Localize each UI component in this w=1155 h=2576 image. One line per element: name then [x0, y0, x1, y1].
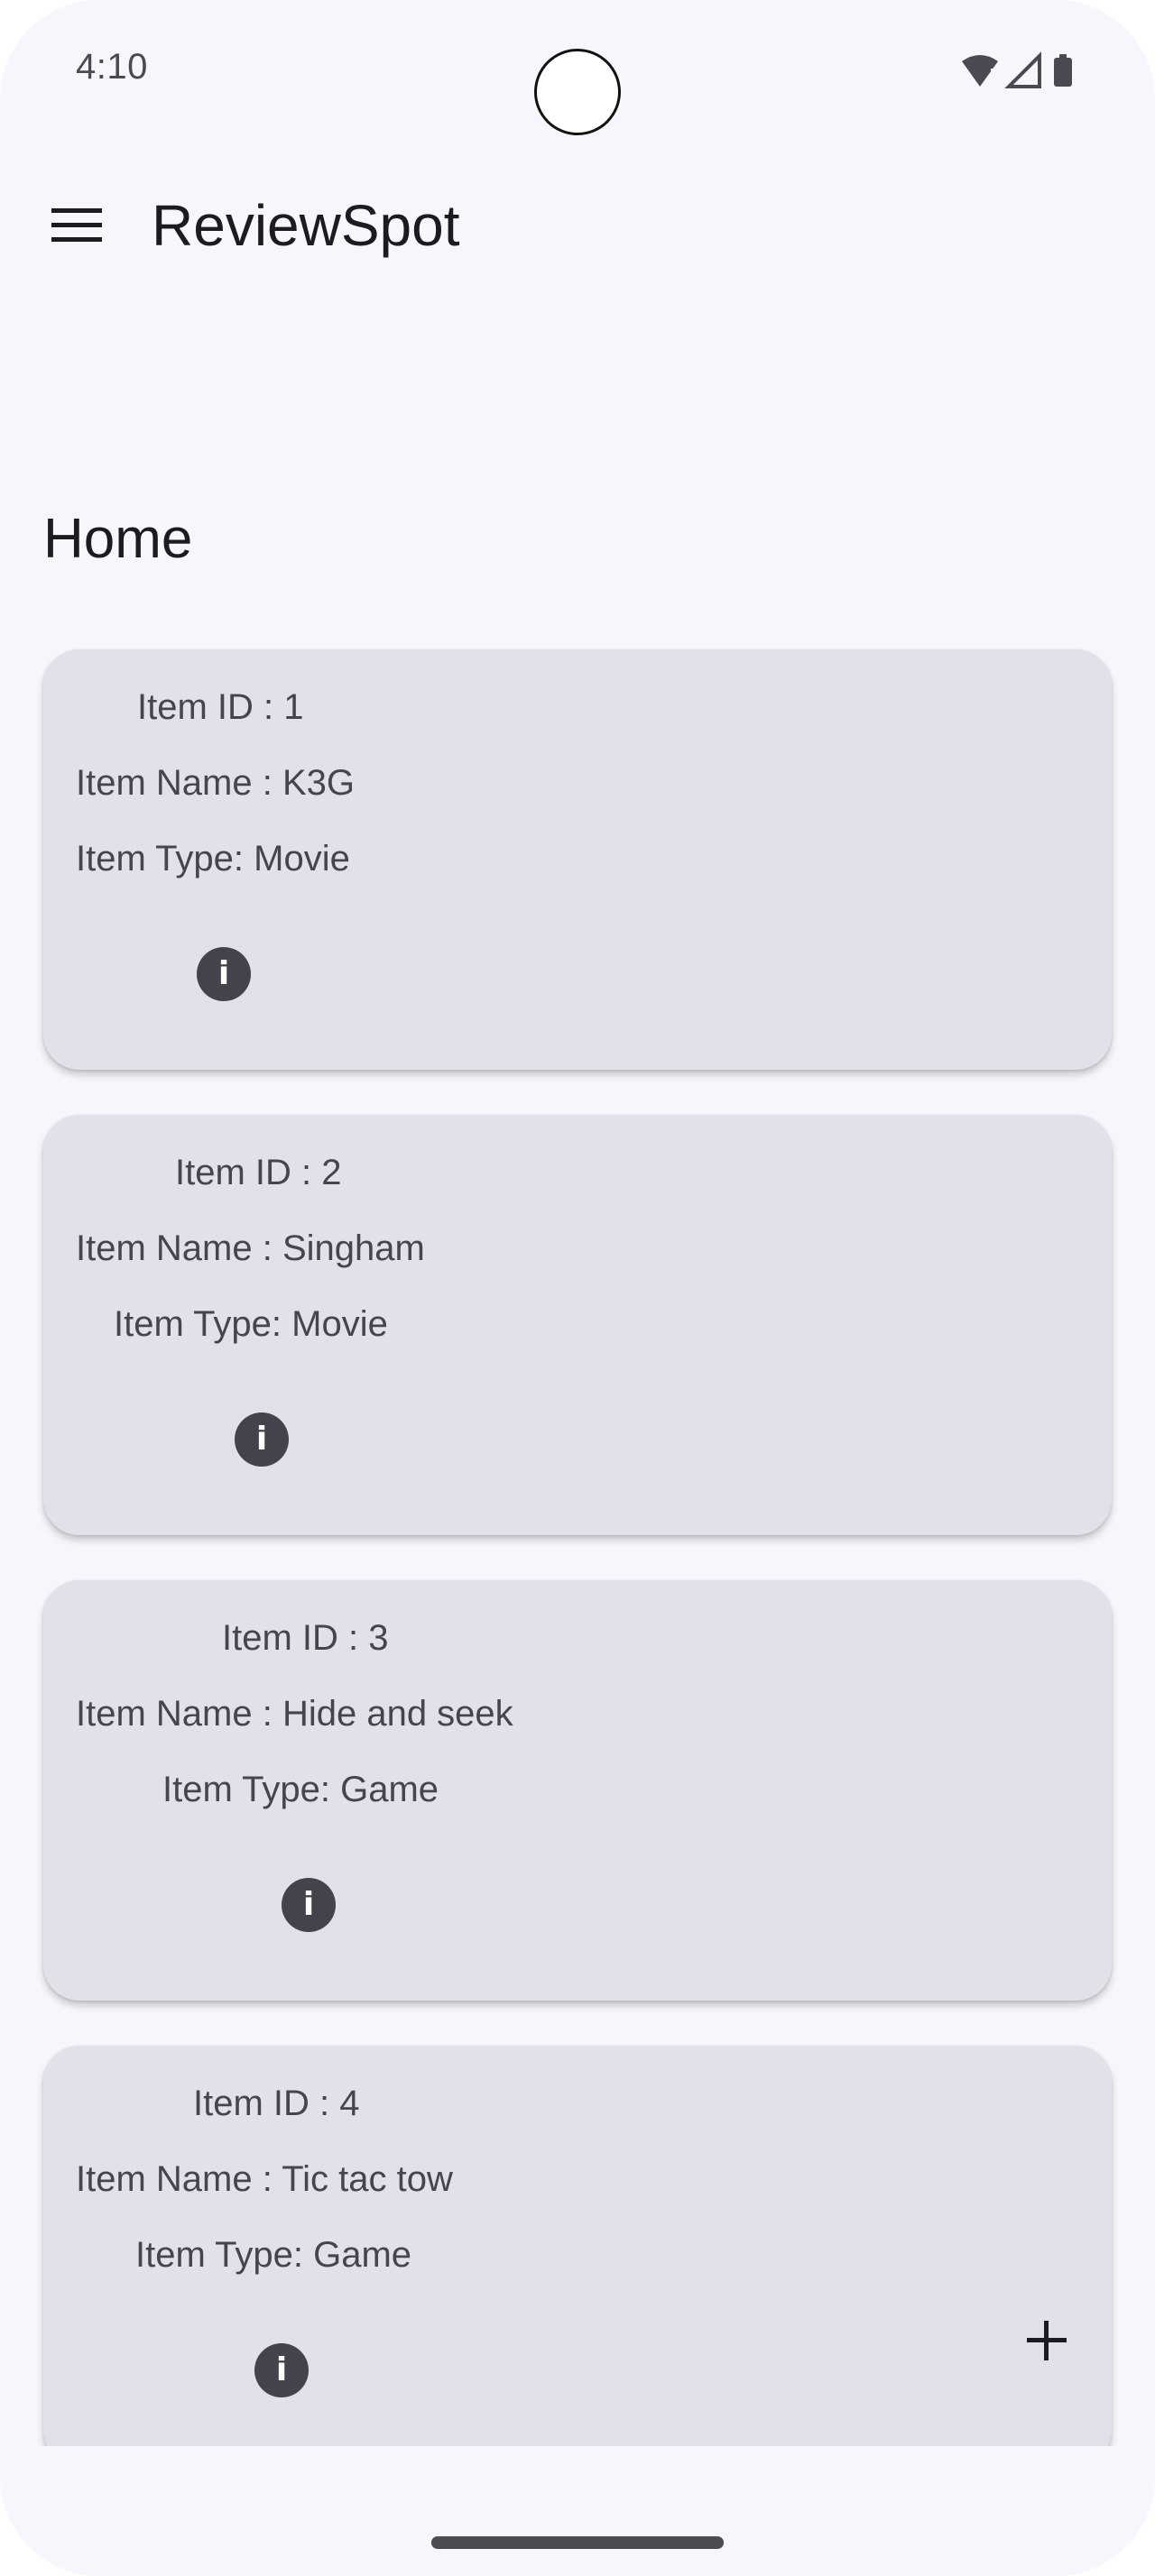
item-id-label: Item ID : 1 — [137, 687, 304, 727]
item-type-label: Item Type: Movie — [76, 839, 350, 879]
item-name-label: Item Name : Singham — [76, 1228, 425, 1268]
info-icon[interactable]: i — [197, 947, 251, 1001]
item-name-label: Item Name : Hide and seek — [76, 1694, 513, 1734]
item-card-2[interactable]: Item ID : 2 Item Name : Singham Item Typ… — [43, 1115, 1112, 1535]
item-card-3[interactable]: Item ID : 3 Item Name : Hide and seek It… — [43, 1580, 1112, 2001]
battery-icon — [1054, 54, 1072, 87]
item-id-label: Item ID : 3 — [222, 1618, 389, 1658]
hamburger-menu-icon[interactable] — [36, 189, 117, 262]
page-title: Home — [43, 508, 193, 570]
signal-icon — [1004, 51, 1041, 88]
info-icon[interactable]: i — [254, 2343, 309, 2397]
status-icons — [956, 51, 1083, 90]
item-type-label: Item Type: Game — [135, 2235, 412, 2275]
bottom-nav-area — [0, 2446, 1155, 2576]
item-id-label: Item ID : 2 — [175, 1153, 342, 1192]
wifi-icon — [962, 55, 998, 87]
item-name-label: Item Name : Tic tac tow — [76, 2159, 453, 2199]
app-title: ReviewSpot — [152, 193, 460, 258]
add-icon[interactable] — [1011, 2305, 1083, 2377]
device-screen: 4:10 ReviewSpot Home Item ID: 1 Item Na… — [0, 0, 1155, 2576]
item-type-label: Item Type: Movie — [114, 1304, 388, 1344]
status-bar: 4:10 — [0, 0, 1155, 135]
camera-cutout — [534, 49, 621, 135]
item-id-label: Item ID : 4 — [193, 2084, 360, 2123]
info-icon[interactable]: i — [235, 1412, 289, 1467]
info-icon[interactable]: i — [282, 1878, 336, 1932]
item-name-label: Item Name : K3G — [76, 763, 355, 803]
item-card-1[interactable]: Item ID : 1 Item Name : K3G Item Type: M… — [43, 649, 1112, 1070]
item-type-label: Item Type: Game — [162, 1770, 439, 1809]
item-card-4[interactable]: Item ID : 4 Item Name : Tic tac tow Item… — [43, 2046, 1112, 2466]
home-indicator[interactable] — [431, 2536, 724, 2549]
status-time: 4:10 — [76, 47, 148, 87]
